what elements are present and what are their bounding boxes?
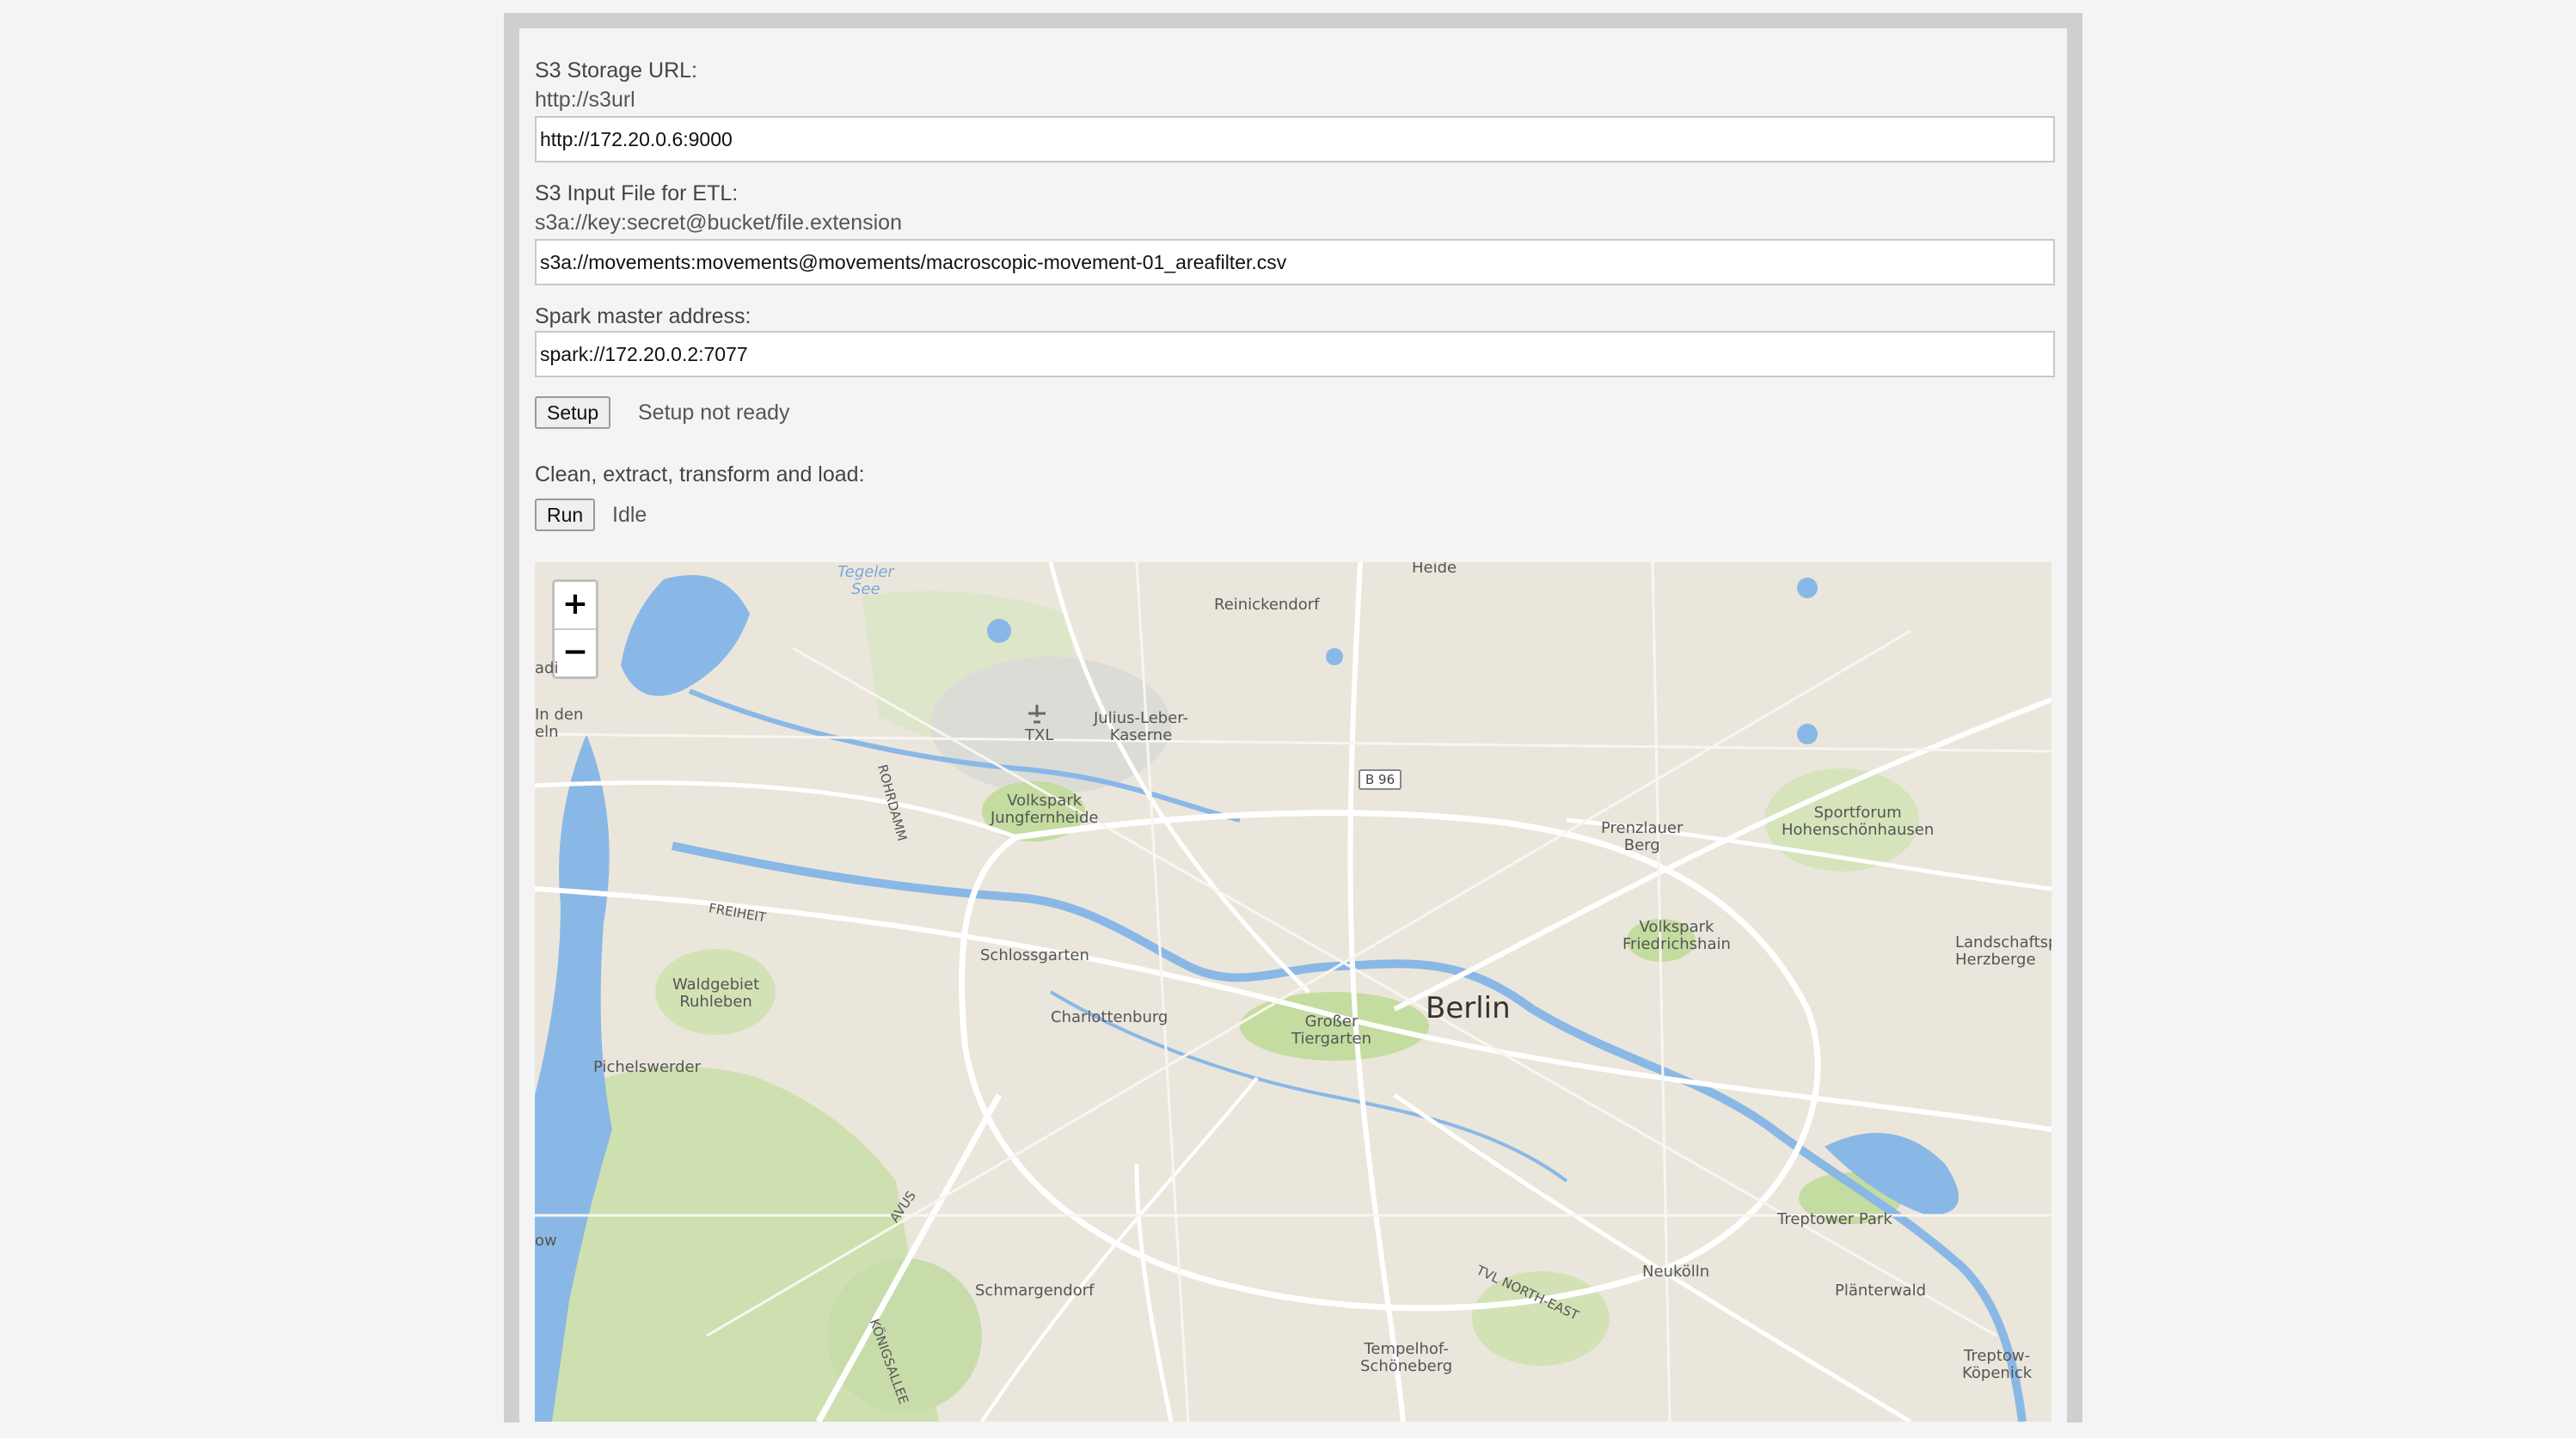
map-label-waldgebiet-ruhleben: Waldgebiet Ruhleben: [672, 976, 760, 1011]
map-label-neukolln: Neukölln: [1642, 1263, 1710, 1281]
s3-input-file-input[interactable]: [535, 239, 2055, 285]
map-label-volkspark-jungfernheide: Volkspark Jungfernheide: [991, 792, 1099, 827]
map-view[interactable]: + − Heide Reinickendorf Tegeler See TXL …: [535, 562, 2052, 1422]
map-label-julius-leber: Julius-Leber- Kaserne: [1094, 709, 1189, 744]
run-button[interactable]: Run: [535, 499, 596, 531]
spark-label: Spark master address:: [535, 304, 751, 328]
map-label-heide: Heide: [1412, 562, 1457, 577]
map-label-schlossgarten: Schlossgarten: [980, 946, 1089, 964]
map-label-reinickendorf: Reinickendorf: [1214, 596, 1320, 614]
map-label-prenzlauer-berg: Prenzlauer Berg: [1601, 819, 1684, 854]
map-label-landschaftspark: Landschaftsp Herzberge: [1955, 933, 2052, 969]
map-label-txl: TXL: [1025, 726, 1054, 744]
tegeler-see: [621, 575, 750, 696]
map-label-tempelhof-schoeneberg: Tempelhof- Schöneberg: [1360, 1340, 1453, 1375]
map-label-in-den: In den eln: [535, 706, 584, 741]
s3-input-label: S3 Input File for ETL:: [535, 181, 739, 205]
s3-url-input[interactable]: [535, 116, 2055, 162]
map-tiles: [535, 562, 2052, 1422]
map-label-charlottenburg: Charlottenburg: [1051, 1008, 1168, 1026]
road-south: [1134, 1163, 1174, 1422]
s3-url-hint: http://s3url: [535, 88, 635, 112]
s3-url-label: S3 Storage URL:: [535, 58, 697, 83]
map-label-sportforum: Sportforum Hohenschönhausen: [1782, 804, 1935, 839]
spark-master-input[interactable]: [535, 331, 2055, 377]
app-frame: S3 Storage URL: http://s3url S3 Input Fi…: [504, 13, 2082, 1438]
lake-small-2: [1797, 578, 1818, 598]
map-label-pichelswerder: Pichelswerder: [593, 1058, 701, 1076]
setup-button[interactable]: Setup: [535, 396, 611, 429]
road-inner-6: [1135, 562, 1190, 1422]
road-shield-b96: B 96: [1359, 769, 1402, 790]
map-label-treptow-koepenick: Treptow- Köpenick: [1962, 1347, 2033, 1382]
road-southwest: [980, 1076, 1259, 1422]
road-inner-4: [535, 732, 2052, 753]
road-inner-5: [1651, 562, 1671, 1422]
lake-small-4: [1326, 648, 1343, 665]
ring-road: [959, 810, 1821, 1312]
main-panel: S3 Storage URL: http://s3url S3 Input Fi…: [519, 28, 2067, 1438]
road-inner-1: [792, 646, 1997, 1337]
map-label-berlin: Berlin: [1426, 991, 1511, 1025]
etl-label: Clean, extract, transform and load:: [535, 462, 865, 486]
setup-status: Setup not ready: [638, 401, 790, 425]
run-status: Idle: [612, 503, 647, 527]
map-label-volkspark-friedrichshain: Volkspark Friedrichshain: [1622, 918, 1731, 953]
zoom-in-button[interactable]: +: [555, 582, 596, 630]
map-label-plaenterwald: Plänterwald: [1835, 1282, 1927, 1300]
map-label-schmargendorf: Schmargendorf: [975, 1282, 1095, 1300]
map-label-ow: ow: [535, 1232, 557, 1250]
map-label-tegeler-see: Tegeler See: [837, 563, 894, 598]
lake-small-1: [987, 619, 1011, 643]
s3-input-hint: s3a://key:secret@bucket/file.extension: [535, 211, 902, 235]
zoom-control: + −: [552, 579, 598, 679]
lake-small-3: [1797, 724, 1818, 744]
map-label-grosser-tiergarten: Großer Tiergarten: [1291, 1013, 1371, 1048]
zoom-out-button[interactable]: −: [555, 630, 596, 676]
map-label-treptower-park: Treptower Park: [1777, 1210, 1892, 1228]
map-label-adi: adi: [535, 659, 559, 677]
